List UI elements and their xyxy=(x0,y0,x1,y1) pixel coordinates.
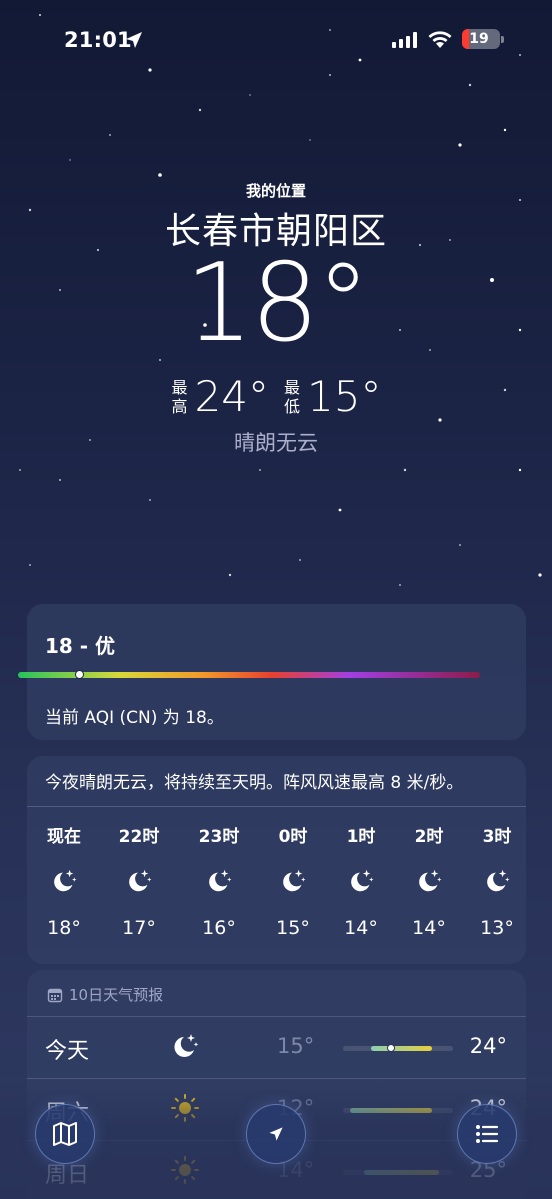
hour-temp: 14° xyxy=(412,917,446,939)
moon-stars-icon xyxy=(419,869,442,892)
high-label: 最高 xyxy=(171,377,188,416)
list-icon xyxy=(476,1125,499,1143)
location-arrow-icon xyxy=(269,1127,283,1141)
hourly-item: 23时 16° xyxy=(189,822,249,939)
hourly-item: 1时 14° xyxy=(331,822,391,939)
moon-stars-icon xyxy=(209,869,232,892)
battery-icon: 19 xyxy=(462,29,500,49)
hourly-item: 3时 13° xyxy=(467,822,527,939)
moon-stars-icon xyxy=(283,869,306,892)
hour-temp: 18° xyxy=(47,917,81,939)
wifi-icon xyxy=(428,31,452,48)
status-bar: 21:01 19 xyxy=(0,26,552,56)
hour-label: 1时 xyxy=(346,827,376,847)
battery-cap xyxy=(501,36,504,43)
hour-temp: 16° xyxy=(202,917,236,939)
daily-row: 今天 15° 24° xyxy=(27,1016,526,1078)
day-name: 今天 xyxy=(45,1039,90,1064)
battery-percent: 19 xyxy=(469,31,489,47)
hour-label: 3时 xyxy=(482,827,512,847)
high-temp-group: 最高 24° xyxy=(171,372,269,421)
aqi-description: 当前 AQI (CN) 为 18。 xyxy=(45,708,224,728)
map-icon xyxy=(53,1122,77,1146)
hour-label: 23时 xyxy=(198,827,240,847)
hour-label: 0时 xyxy=(278,827,308,847)
hourly-forecast-card[interactable]: 今夜晴朗无云，将持续至天明。阵风风速最高 8 米/秒。 现在 18° 22时 17° 2… xyxy=(27,756,526,964)
day-low-temp: 15° xyxy=(277,1034,315,1058)
temp-range-bar xyxy=(370,1046,433,1051)
calendar-icon xyxy=(47,988,63,1002)
moon-stars-icon xyxy=(351,869,374,892)
location-services-icon xyxy=(126,32,142,48)
hour-label: 现在 xyxy=(47,827,81,847)
moon-stars-icon xyxy=(54,869,77,892)
ten-day-header: 10日天气预报 xyxy=(47,984,163,1005)
ten-day-header-label: 10日天气预报 xyxy=(69,986,164,1004)
weather-condition: 晴朗无云 xyxy=(234,431,318,455)
city-list-button[interactable] xyxy=(457,1104,517,1164)
low-temp-group: 最低 15° xyxy=(283,372,381,421)
day-high-temp: 24° xyxy=(469,1034,507,1058)
cellular-signal-icon xyxy=(392,32,417,48)
current-temperature: 18° xyxy=(184,241,370,366)
high-low-row: 最高 24° 最低 15° xyxy=(0,372,552,421)
hourly-item: 现在 18° xyxy=(34,822,94,939)
moon-stars-icon xyxy=(174,1034,199,1057)
temp-range-track xyxy=(343,1044,453,1052)
moon-stars-icon xyxy=(487,869,510,892)
high-temp: 24° xyxy=(194,372,269,421)
hour-label: 22时 xyxy=(118,827,160,847)
aqi-scale-bar xyxy=(18,672,480,678)
hourly-item: 22时 17° xyxy=(109,822,169,939)
aqi-indicator-dot xyxy=(74,670,84,679)
status-time: 21:01 xyxy=(64,28,132,52)
divider xyxy=(27,806,526,807)
current-location-button[interactable] xyxy=(246,1104,306,1164)
hourly-summary: 今夜晴朗无云，将持续至天明。阵风风速最高 8 米/秒。 xyxy=(45,773,464,793)
aqi-title: 18 - 优 xyxy=(45,634,116,658)
low-temp: 15° xyxy=(307,372,382,421)
hour-temp: 14° xyxy=(344,917,378,939)
low-label: 最低 xyxy=(283,377,300,416)
hour-temp: 13° xyxy=(480,917,514,939)
hour-temp: 15° xyxy=(276,917,310,939)
my-location-label: 我的位置 xyxy=(245,182,306,200)
map-button[interactable] xyxy=(35,1104,95,1164)
hour-temp: 17° xyxy=(122,917,156,939)
moon-stars-icon xyxy=(129,869,152,892)
hourly-item: 2时 14° xyxy=(399,822,459,939)
hour-label: 2时 xyxy=(414,827,444,847)
hourly-item: 0时 15° xyxy=(263,822,323,939)
